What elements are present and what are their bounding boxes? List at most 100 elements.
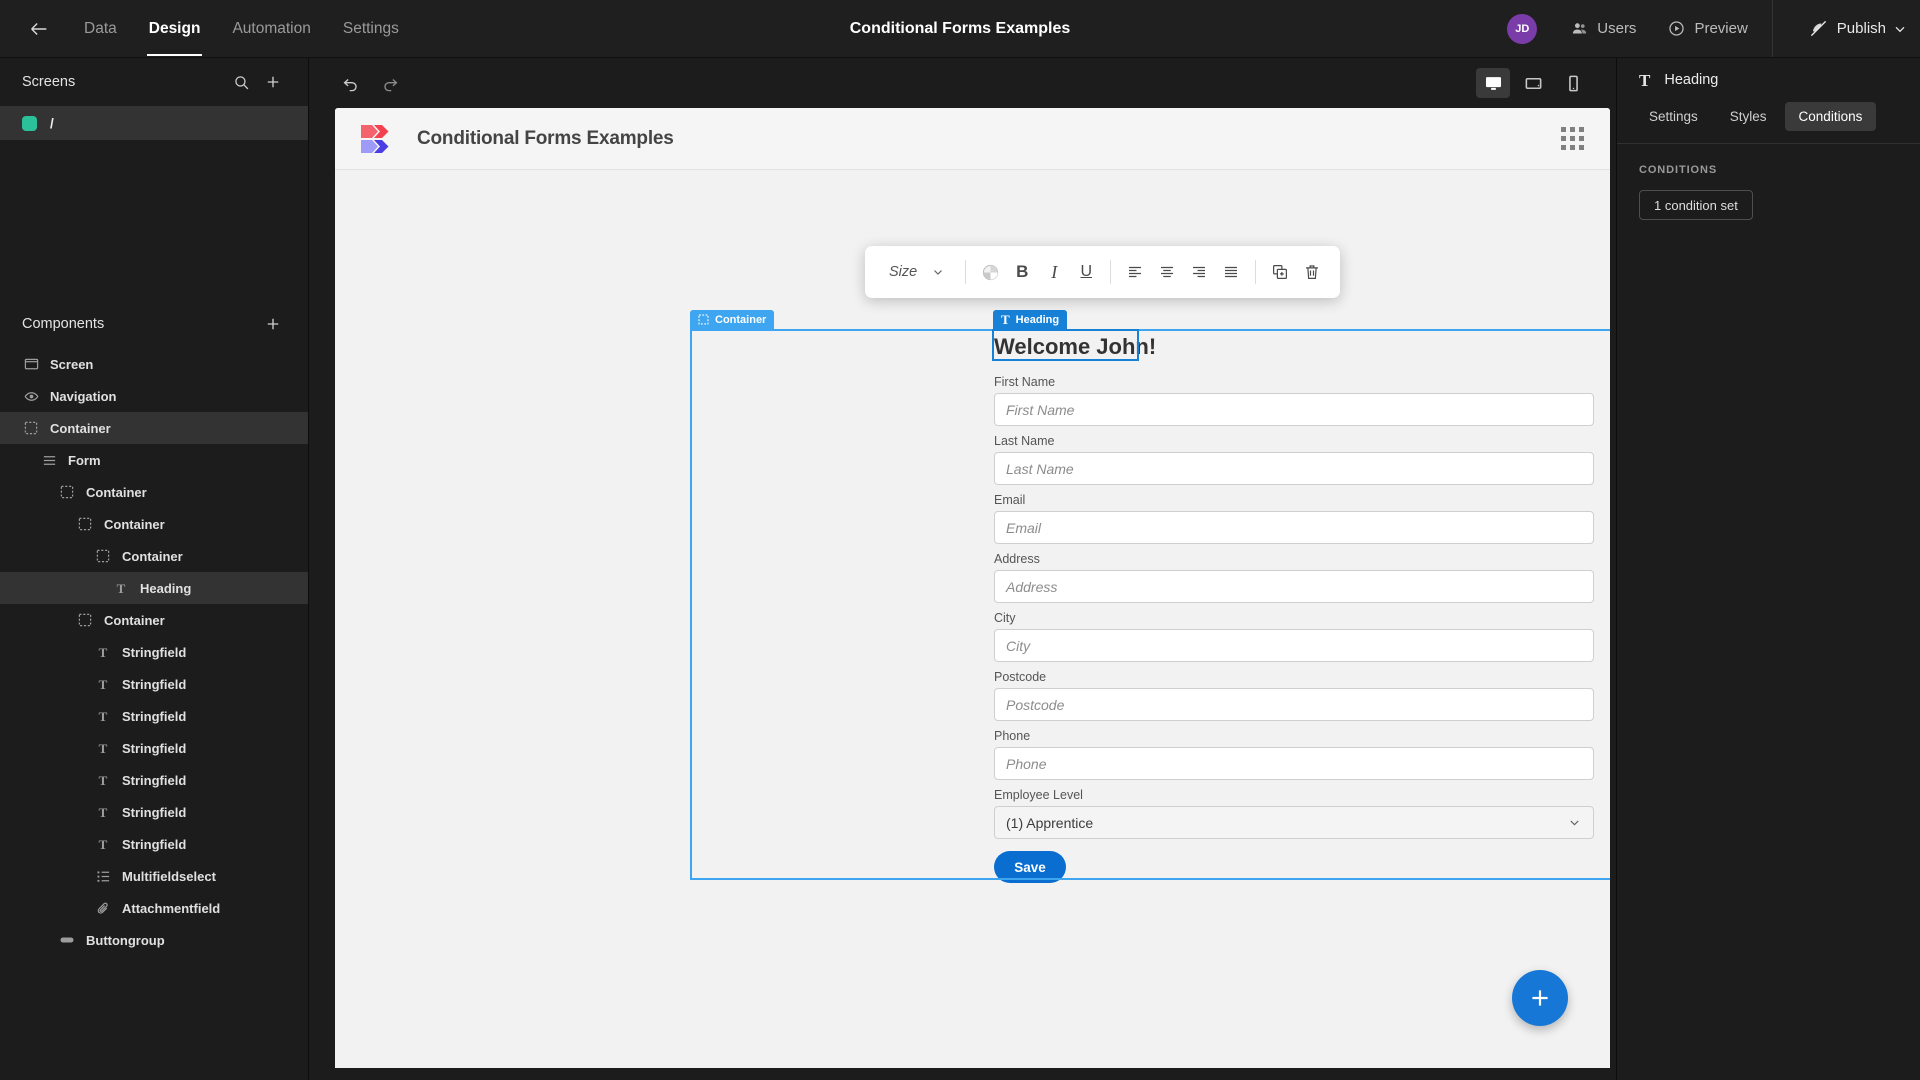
save-button[interactable]: Save <box>994 851 1066 883</box>
tree-item-stringfield[interactable]: T Stringfield <box>0 796 308 828</box>
container-icon <box>76 611 94 629</box>
input-placeholder: First Name <box>1006 401 1075 418</box>
field-label: Employee Level <box>994 788 1083 802</box>
screen-item-label: / <box>50 115 54 131</box>
publish-button[interactable]: Publish <box>1793 19 1892 38</box>
right-panel-header: T Heading <box>1617 58 1920 102</box>
form-field: Address Address <box>994 552 1594 603</box>
field-label: Address <box>994 552 1040 566</box>
text-icon: T <box>98 740 108 756</box>
tree-item-label: Container <box>104 516 165 532</box>
redo-icon[interactable] <box>375 68 405 98</box>
tree-item-form[interactable]: Form <box>0 444 308 476</box>
tree-item-label: Screen <box>50 356 94 372</box>
components-header-label: Components <box>22 316 105 332</box>
selection-badge-heading-label: Heading <box>1015 313 1060 326</box>
add-component-icon[interactable] <box>260 311 286 337</box>
left-sidebar: Screens / Components Screen Navigation Con… <box>0 58 309 1080</box>
input-postcode[interactable]: Postcode <box>994 688 1594 721</box>
tree-item-label: Stringfield <box>122 644 187 660</box>
field-label: Phone <box>994 729 1031 743</box>
eye-icon <box>22 387 40 405</box>
tree-item-container[interactable]: Container <box>0 604 308 636</box>
input-email[interactable]: Email <box>994 511 1594 544</box>
font-size-dropdown[interactable]: Size <box>877 264 957 280</box>
field-label: Last Name <box>994 434 1055 448</box>
container-icon <box>94 547 112 565</box>
publish-group: Publish <box>1771 0 1920 57</box>
conditions-section-label: CONDITIONS <box>1639 164 1718 176</box>
tree-item-container[interactable]: Container <box>0 412 308 444</box>
top-nav-item-design[interactable]: Design <box>135 12 215 56</box>
tree-item-container[interactable]: Container <box>0 540 308 572</box>
preview-button[interactable]: Preview <box>1652 20 1763 37</box>
employee-level-select[interactable]: (1) Apprentice <box>994 806 1594 839</box>
input-phone[interactable]: Phone <box>994 747 1594 780</box>
italic-button[interactable]: I <box>1038 256 1070 288</box>
tree-item-stringfield[interactable]: T Stringfield <box>0 828 308 860</box>
avatar[interactable]: JD <box>1507 13 1538 44</box>
app-title: Conditional Forms Examples <box>417 127 674 149</box>
users-button[interactable]: Users <box>1555 20 1652 37</box>
tab-conditions[interactable]: Conditions <box>1784 102 1877 131</box>
form-field: City City <box>994 611 1594 662</box>
form-heading[interactable]: Welcome John! <box>994 333 1156 361</box>
tab-settings[interactable]: Settings <box>1635 102 1712 131</box>
text-icon: T <box>98 676 108 692</box>
tree-item-screen[interactable]: Screen <box>0 348 308 380</box>
text-icon: T <box>98 644 108 660</box>
tree-item-multifieldselect[interactable]: Multifieldselect <box>0 860 308 892</box>
tree-item-attachmentfield[interactable]: Attachmentfield <box>0 892 308 924</box>
align-justify-icon[interactable] <box>1215 256 1247 288</box>
tree-item-container[interactable]: Container <box>0 476 308 508</box>
device-mobile-button[interactable] <box>1556 68 1590 98</box>
color-wheel-icon[interactable] <box>974 256 1006 288</box>
input-first-name[interactable]: First Name <box>994 393 1594 426</box>
tree-item-stringfield[interactable]: T Stringfield <box>0 732 308 764</box>
search-icon[interactable] <box>228 69 254 95</box>
tree-item-stringfield[interactable]: T Stringfield <box>0 700 308 732</box>
align-left-icon[interactable] <box>1119 256 1151 288</box>
tab-styles[interactable]: Styles <box>1716 102 1781 131</box>
trash-icon[interactable] <box>1296 256 1328 288</box>
component-tree: Screen Navigation Container Form Container Co… <box>0 348 308 956</box>
text-icon: T <box>98 836 108 852</box>
device-tablet-button[interactable] <box>1516 68 1550 98</box>
input-last-name[interactable]: Last Name <box>994 452 1594 485</box>
add-component-fab[interactable] <box>1512 970 1568 1026</box>
condition-set-button[interactable]: 1 condition set <box>1639 190 1753 220</box>
tree-item-stringfield[interactable]: T Stringfield <box>0 636 308 668</box>
tree-item-navigation[interactable]: Navigation <box>0 380 308 412</box>
form-field: Last Name Last Name <box>994 434 1594 485</box>
align-center-icon[interactable] <box>1151 256 1183 288</box>
back-arrow-icon[interactable] <box>22 12 56 46</box>
text-icon: T <box>98 772 108 788</box>
screen-item-root[interactable]: / <box>0 106 308 140</box>
apps-grid-icon[interactable] <box>1561 127 1584 150</box>
selection-badge-container[interactable]: Container <box>690 310 775 329</box>
tree-item-heading[interactable]: T Heading <box>0 572 308 604</box>
paperclip-icon <box>94 899 112 917</box>
tree-item-stringfield[interactable]: T Stringfield <box>0 668 308 700</box>
tree-item-stringfield[interactable]: T Stringfield <box>0 764 308 796</box>
bold-button[interactable]: B <box>1006 256 1038 288</box>
tree-item-container[interactable]: Container <box>0 508 308 540</box>
input-city[interactable]: City <box>994 629 1594 662</box>
device-desktop-button[interactable] <box>1476 68 1510 98</box>
text-icon: T <box>1639 70 1651 90</box>
duplicate-icon[interactable] <box>1264 256 1296 288</box>
top-nav-item-settings[interactable]: Settings <box>329 12 413 46</box>
tree-item-label: Multifieldselect <box>122 868 216 884</box>
right-panel-tabs: Settings Styles Conditions <box>1617 102 1920 144</box>
align-right-icon[interactable] <box>1183 256 1215 288</box>
tree-item-buttongroup[interactable]: Buttongroup <box>0 924 308 956</box>
selection-badge-heading[interactable]: T Heading <box>993 310 1068 329</box>
undo-icon[interactable] <box>335 68 365 98</box>
add-screen-icon[interactable] <box>260 69 286 95</box>
top-nav-item-automation[interactable]: Automation <box>218 12 324 46</box>
underline-button[interactable]: U <box>1070 256 1102 288</box>
publish-chevron-down-icon[interactable] <box>1892 21 1908 37</box>
app-nav-bar: Conditional Forms Examples <box>335 108 1610 170</box>
input-address[interactable]: Address <box>994 570 1594 603</box>
top-nav-item-data[interactable]: Data <box>70 12 131 46</box>
